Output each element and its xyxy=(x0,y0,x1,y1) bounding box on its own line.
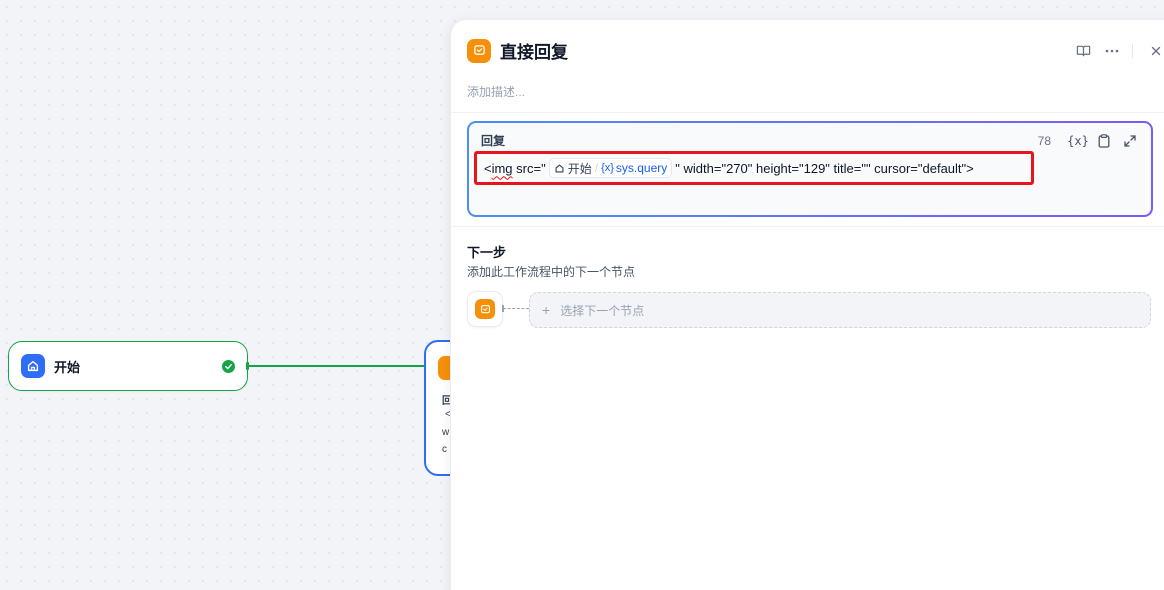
variable-pill[interactable]: 开始 / {x} sys.query xyxy=(548,158,673,178)
answer-node-preview-3: c xyxy=(442,444,447,455)
reply-label: 回复 xyxy=(481,134,506,148)
variable-name: sys.query xyxy=(615,161,668,175)
variable-node-name: 开始 xyxy=(567,161,592,176)
header-divider xyxy=(1132,44,1133,58)
select-next-node-label: 选择下一个节点 xyxy=(560,303,645,318)
select-next-node-button[interactable]: + 选择下一个节点 xyxy=(529,292,1151,328)
check-icon xyxy=(222,359,235,373)
start-node[interactable]: 开始 xyxy=(8,341,248,391)
variable-separator: / xyxy=(594,161,599,175)
divider xyxy=(451,112,1164,113)
home-icon xyxy=(21,354,45,378)
current-node-icon xyxy=(467,291,503,327)
next-step-subtitle: 添加此工作流程中的下一个节点 xyxy=(467,265,636,279)
answer-icon xyxy=(475,299,495,319)
answer-node-preview-2: w xyxy=(442,427,450,438)
panel-header-actions xyxy=(1066,40,1164,62)
token-open-bracket: < xyxy=(484,160,492,176)
variable-node: 开始 xyxy=(554,160,592,177)
close-icon[interactable] xyxy=(1144,40,1164,62)
start-node-title: 开始 xyxy=(54,359,81,375)
char-count: 78 xyxy=(1037,134,1051,148)
reply-content[interactable]: < img src=" 开始 / {x} sys.query " width="2… xyxy=(474,151,1034,185)
more-icon[interactable] xyxy=(1100,40,1124,62)
editor-toolbar: 78 {x} xyxy=(1038,131,1141,151)
token-tag: img xyxy=(491,160,513,176)
token-rest: " width="270" height="129" title="" curs… xyxy=(675,160,974,176)
connector-line xyxy=(503,308,529,309)
token-attr: src=" xyxy=(512,160,546,176)
panel-title[interactable]: 直接回复 xyxy=(500,38,568,63)
node-config-panel: 直接回复 添加描述... 回复 78 {x} < img src=" 开始 / … xyxy=(450,20,1164,590)
variable-insert-icon[interactable]: {x} xyxy=(1067,131,1089,151)
description-input[interactable]: 添加描述... xyxy=(467,83,525,100)
clipboard-icon[interactable] xyxy=(1093,131,1115,151)
answer-icon xyxy=(467,38,491,63)
next-step-title: 下一步 xyxy=(467,245,507,260)
expand-icon[interactable] xyxy=(1119,131,1141,151)
reply-editor[interactable]: 回复 78 {x} <img src=" 开始 / {x} sys.query xyxy=(467,121,1153,217)
panel-header: 直接回复 xyxy=(467,38,568,63)
edge-start-to-answer[interactable] xyxy=(248,365,424,367)
book-icon[interactable] xyxy=(1071,40,1095,62)
divider xyxy=(451,226,1164,227)
plus-icon: + xyxy=(542,302,551,318)
variable-icon: {x} xyxy=(601,162,614,174)
